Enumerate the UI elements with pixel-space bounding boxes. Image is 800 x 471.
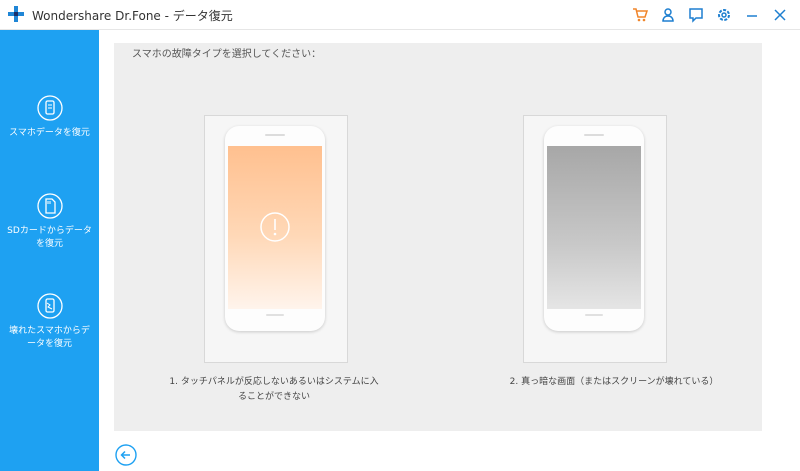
option-1-caption: 1. タッチパネルが反応しないあるいはシステムに入 ることができない — [154, 375, 394, 405]
user-icon[interactable] — [658, 5, 678, 25]
close-icon[interactable] — [770, 5, 790, 25]
sidebar-item-label-line2: ータを復元 — [26, 339, 72, 349]
sidebar-item-label: スマホデータを復元 — [9, 128, 90, 138]
option-touch-unresponsive-card[interactable] — [204, 115, 348, 363]
title-bar: Wondershare Dr.Fone - データ復元 — [0, 0, 800, 30]
phone-data-icon — [36, 95, 63, 121]
sd-card-icon — [36, 193, 63, 219]
sidebar: スマホデータを復元 SDカードからデータ を復元 壊れたスマホからデ ータを復元 — [0, 30, 99, 471]
page-prompt: スマホの故障タイプを選択してください： — [132, 49, 322, 60]
feedback-icon[interactable] — [686, 5, 706, 25]
sidebar-item-label: SDカードからデータ — [7, 226, 92, 236]
option-1-caption-line1: 1. タッチパネルが反応しないあるいはシステムに入 — [169, 377, 379, 387]
sidebar-item-phone-data[interactable]: スマホデータを復元 — [0, 94, 99, 140]
phone-home-bar — [585, 314, 603, 316]
broken-phone-icon — [36, 293, 63, 319]
phone-speaker — [265, 134, 285, 136]
selection-panel: スマホの故障タイプを選択してください： 1. タッチパネルが反応しないあるいはシ… — [114, 43, 762, 431]
option-1-caption-line2: ることができない — [237, 392, 310, 402]
phone-screen — [228, 146, 322, 309]
option-black-screen-card[interactable] — [523, 115, 667, 363]
option-2-caption: 2. 真っ暗な画面（またはスクリーンが壊れている） — [494, 375, 734, 390]
settings-icon[interactable] — [714, 5, 734, 25]
phone-illustration — [544, 126, 644, 331]
phone-home-bar — [266, 314, 284, 316]
window-title: Wondershare Dr.Fone - データ復元 — [32, 9, 233, 23]
title-bar-controls — [630, 5, 790, 25]
sidebar-item-label: 壊れたスマホからデ — [9, 326, 90, 336]
warning-icon — [260, 212, 290, 242]
cart-icon[interactable] — [630, 5, 650, 25]
phone-illustration — [225, 126, 325, 331]
sidebar-item-sd-card[interactable]: SDカードからデータ を復元 — [0, 192, 99, 251]
option-2-caption-line1: 2. 真っ暗な画面（またはスクリーンが壊れている） — [509, 377, 719, 387]
phone-speaker — [584, 134, 604, 136]
main-content: スマホの故障タイプを選択してください： 1. タッチパネルが反応しないあるいはシ… — [99, 30, 800, 471]
back-arrow-icon[interactable] — [115, 444, 137, 466]
phone-screen — [547, 146, 641, 309]
sidebar-item-label-line2: を復元 — [35, 239, 63, 249]
drfone-logo-icon — [8, 6, 24, 22]
minimize-icon[interactable] — [742, 5, 762, 25]
sidebar-item-broken-phone[interactable]: 壊れたスマホからデ ータを復元 — [0, 292, 99, 351]
